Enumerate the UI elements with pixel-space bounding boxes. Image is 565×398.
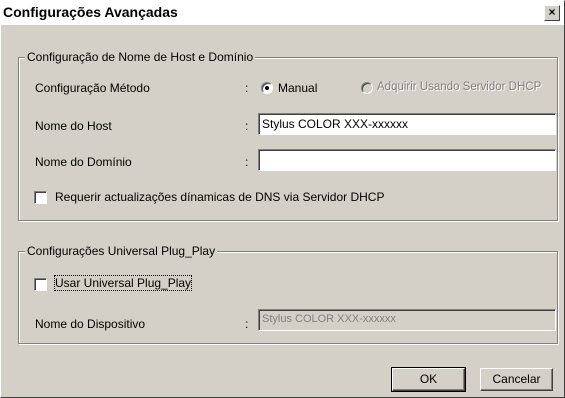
title-bar[interactable]: Configurações Avançadas × [1, 1, 564, 25]
radio-dhcp-label[interactable]: Adquirir Usando Servidor DHCP [377, 81, 541, 93]
radio-manual[interactable] [261, 82, 273, 94]
host-domain-legend: Configuração de Nome de Host e Domínio [25, 50, 256, 64]
use-upnp-checkbox[interactable] [34, 278, 47, 291]
host-name-input[interactable]: Stylus COLOR XXX-xxxxxx [258, 113, 556, 135]
use-upnp-label[interactable]: Usar Universal Plug_Play [53, 275, 193, 291]
domain-colon: : [245, 155, 249, 169]
radio-manual-label[interactable]: Manual [278, 81, 317, 95]
device-colon: : [245, 317, 249, 331]
dialog-window: Configurações Avançadas × Configuração d… [0, 0, 565, 398]
domain-label: Nome do Domínio [35, 155, 132, 169]
upnp-legend: Configurações Universal Plug_Play [25, 244, 218, 258]
ok-button[interactable]: OK [391, 367, 466, 392]
host-colon: : [245, 119, 249, 133]
device-name-input[interactable]: Stylus COLOR XXX-xxxxxx [258, 309, 556, 331]
radio-dhcp[interactable] [361, 82, 373, 94]
close-icon[interactable]: × [544, 5, 560, 21]
domain-name-input[interactable] [258, 149, 556, 171]
dns-update-checkbox[interactable] [34, 191, 47, 204]
dns-update-label[interactable]: Requerir actualizações dínamicas de DNS … [55, 190, 384, 204]
method-colon: : [245, 81, 249, 95]
dialog-title: Configurações Avançadas [3, 4, 178, 20]
cancel-button[interactable]: Cancelar [480, 368, 553, 391]
device-name-label: Nome do Dispositivo [35, 317, 146, 331]
host-label: Nome do Host [35, 119, 112, 133]
method-label: Configuração Método [35, 81, 150, 95]
